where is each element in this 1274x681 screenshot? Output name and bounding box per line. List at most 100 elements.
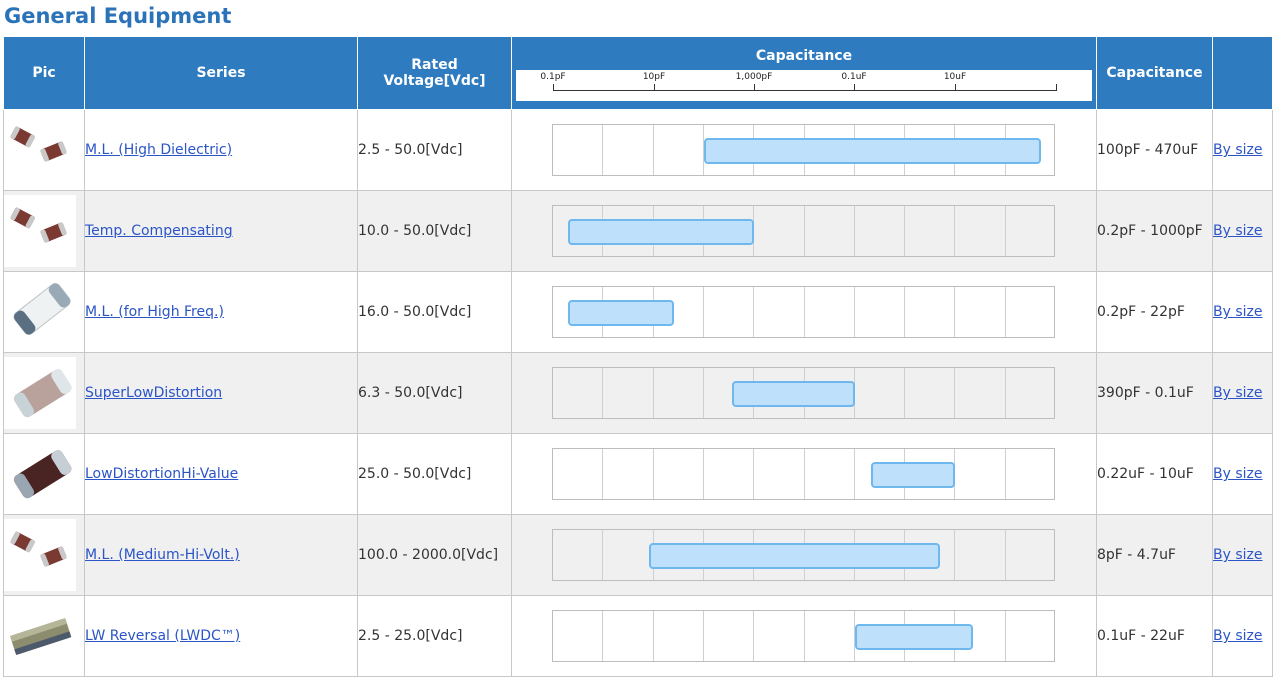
grid-line xyxy=(753,611,755,661)
grid-line xyxy=(803,611,805,661)
size-cell: By size xyxy=(1212,514,1273,596)
capacitance-value: 8pF - 4.7uF xyxy=(1096,514,1213,596)
equipment-table: Pic Series Rated Voltage[Vdc] Capacitanc… xyxy=(3,36,1273,677)
table-row: LowDistortionHi-Value 25.0 - 50.0[Vdc] 0.2… xyxy=(3,433,1273,515)
series-link[interactable]: LowDistortionHi-Value xyxy=(85,466,238,482)
series-cell: M.L. (for High Freq.) xyxy=(84,271,358,353)
size-cell: By size xyxy=(1212,595,1273,677)
capacitance-range-bar xyxy=(871,462,956,488)
capacitance-value: 0.1uF - 22uF xyxy=(1096,595,1213,677)
capacitance-range-chart xyxy=(552,205,1055,257)
grid-line xyxy=(753,287,755,337)
grid-line xyxy=(1004,530,1006,580)
series-link[interactable]: M.L. (High Dielectric) xyxy=(85,142,232,158)
grid-line xyxy=(652,368,654,418)
capacitance-value: 0.2pF - 22pF xyxy=(1096,271,1213,353)
capacitance-range-chart xyxy=(552,124,1055,176)
grid-line xyxy=(904,368,906,418)
by-size-link[interactable]: By size xyxy=(1213,547,1263,563)
grid-line xyxy=(652,125,654,175)
series-cell: SuperLowDistortion xyxy=(84,352,358,434)
grid-line xyxy=(602,611,604,661)
mlcc-chip-pair-icon xyxy=(4,114,76,186)
capacitance-range-cell xyxy=(511,109,1097,191)
series-cell: M.L. (Medium-Hi-Volt.) xyxy=(84,514,358,596)
capacitance-range-bar xyxy=(854,624,973,650)
by-size-link[interactable]: By size xyxy=(1213,628,1263,644)
grid-line xyxy=(702,449,704,499)
capacitance-value: 0.22uF - 10uF xyxy=(1096,433,1213,515)
scale-tick xyxy=(553,84,554,91)
rated-voltage: 100.0 - 2000.0[Vdc] xyxy=(357,514,512,596)
by-size-link[interactable]: By size xyxy=(1213,223,1263,239)
series-link[interactable]: Temp. Compensating xyxy=(85,223,233,239)
grid-line xyxy=(904,206,906,256)
table-row: M.L. (for High Freq.) 16.0 - 50.0[Vdc] 0.2… xyxy=(3,271,1273,353)
grid-line xyxy=(702,368,704,418)
header-series: Series xyxy=(84,36,358,110)
rated-voltage: 2.5 - 50.0[Vdc] xyxy=(357,109,512,191)
grid-line xyxy=(1004,611,1006,661)
scale-tick xyxy=(955,84,956,91)
by-size-link[interactable]: By size xyxy=(1213,142,1263,158)
white-chip-icon xyxy=(4,276,76,348)
by-size-link[interactable]: By size xyxy=(1213,304,1263,320)
capacitance-range-cell xyxy=(511,514,1097,596)
by-size-link[interactable]: By size xyxy=(1213,385,1263,401)
table-row: M.L. (Medium-Hi-Volt.) 100.0 - 2000.0[Vdc… xyxy=(3,514,1273,596)
beige-chip-icon xyxy=(4,357,76,429)
grid-line xyxy=(803,287,805,337)
by-size-link[interactable]: By size xyxy=(1213,466,1263,482)
capacitance-range-chart xyxy=(552,529,1055,581)
capacitance-range-cell xyxy=(511,190,1097,272)
grid-line xyxy=(1004,449,1006,499)
scale-tick xyxy=(754,84,755,91)
lw-reversal-chip-icon xyxy=(4,600,76,672)
size-cell: By size xyxy=(1212,109,1273,191)
grid-line xyxy=(904,287,906,337)
header-pic: Pic xyxy=(3,36,85,110)
series-cell: LW Reversal (LWDC™) xyxy=(84,595,358,677)
capacitance-scale: 0.1pF 10pF 1,000pF 0.1uF 10uF xyxy=(516,70,1092,101)
table-row: Temp. Compensating 10.0 - 50.0[Vdc] 0.2pF … xyxy=(3,190,1273,272)
series-cell: LowDistortionHi-Value xyxy=(84,433,358,515)
capacitance-value: 100pF - 470uF xyxy=(1096,109,1213,191)
size-cell: By size xyxy=(1212,190,1273,272)
scale-label: 1,000pF xyxy=(735,72,773,82)
brown-chip-icon xyxy=(4,438,76,510)
capacitance-range-cell xyxy=(511,595,1097,677)
grid-line xyxy=(602,449,604,499)
series-link[interactable]: LW Reversal (LWDC™) xyxy=(85,628,240,644)
capacitance-range-cell xyxy=(511,352,1097,434)
scale-tick xyxy=(654,84,655,91)
mlcc-chip-pair-icon xyxy=(4,519,76,591)
capacitance-range-bar xyxy=(732,381,855,407)
size-cell: By size xyxy=(1212,352,1273,434)
header-capacitance-range-title: Capacitance xyxy=(755,48,853,64)
pic-cell xyxy=(3,190,85,272)
capacitance-value: 390pF - 0.1uF xyxy=(1096,352,1213,434)
grid-line xyxy=(652,611,654,661)
rated-voltage: 16.0 - 50.0[Vdc] xyxy=(357,271,512,353)
grid-line xyxy=(853,206,855,256)
series-link[interactable]: M.L. (for High Freq.) xyxy=(85,304,224,320)
scale-label: 10pF xyxy=(642,72,666,82)
table-row: SuperLowDistortion 6.3 - 50.0[Vdc] 390pF -… xyxy=(3,352,1273,434)
size-cell: By size xyxy=(1212,271,1273,353)
capacitance-range-bar xyxy=(648,543,941,569)
header-size xyxy=(1212,36,1273,110)
capacitance-range-bar xyxy=(568,219,755,245)
grid-line xyxy=(602,530,604,580)
page-title: General Equipment xyxy=(4,4,232,28)
grid-line xyxy=(853,449,855,499)
scale-axis-line xyxy=(553,90,1056,91)
pic-cell xyxy=(3,109,85,191)
series-link[interactable]: SuperLowDistortion xyxy=(85,385,222,401)
grid-line xyxy=(702,287,704,337)
grid-line xyxy=(803,206,805,256)
grid-line xyxy=(1004,206,1006,256)
scale-tick xyxy=(1056,84,1057,91)
capacitance-range-bar xyxy=(568,300,674,326)
series-link[interactable]: M.L. (Medium-Hi-Volt.) xyxy=(85,547,240,563)
grid-line xyxy=(702,611,704,661)
